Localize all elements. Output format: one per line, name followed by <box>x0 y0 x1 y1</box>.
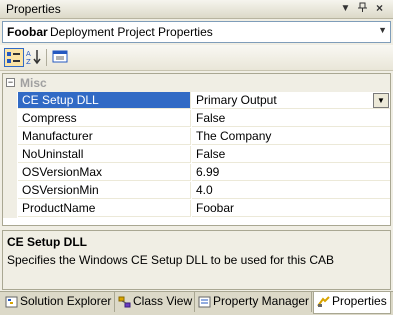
window-title: Properties <box>6 2 61 16</box>
tab-property-manager[interactable]: Property Manager <box>195 292 312 312</box>
property-pages-button[interactable] <box>51 48 71 67</box>
property-manager-icon <box>198 296 211 308</box>
description-text: Specifies the Windows CE Setup DLL to be… <box>7 253 335 267</box>
categorized-icon <box>7 52 20 63</box>
property-value[interactable]: 4.0 <box>192 182 390 199</box>
pin-icon[interactable] <box>356 2 369 15</box>
description-title: CE Setup DLL <box>7 235 87 249</box>
property-value[interactable]: 6.99 <box>192 164 390 181</box>
object-type: Deployment Project Properties <box>50 25 213 39</box>
tab-label: Class View <box>133 294 193 308</box>
title-bar[interactable]: Properties ▼ × <box>0 0 393 19</box>
property-row-productname[interactable]: ProductName Foobar <box>3 200 390 218</box>
properties-icon <box>317 296 330 307</box>
property-row-ce-setup-dll[interactable]: CE Setup DLL Primary Output ▼ <box>3 92 390 110</box>
chevron-down-icon[interactable]: ▼ <box>378 25 387 35</box>
solution-explorer-icon <box>5 296 18 308</box>
alphabetical-button[interactable]: A Z <box>25 48 45 67</box>
value-dropdown-button[interactable]: ▼ <box>373 93 389 108</box>
alphabetical-icon: A Z <box>26 50 41 66</box>
category-misc[interactable]: − Misc <box>3 74 390 92</box>
property-name[interactable]: OSVersionMin <box>18 182 191 199</box>
properties-toolbar: A Z <box>0 45 393 71</box>
toolbar-separator <box>46 49 47 66</box>
property-name[interactable]: NoUninstall <box>18 146 191 163</box>
property-name[interactable]: OSVersionMax <box>18 164 191 181</box>
object-name: Foobar <box>7 25 48 39</box>
collapse-icon[interactable]: − <box>6 78 15 87</box>
property-value[interactable]: The Company <box>192 128 390 145</box>
properties-window: Properties ▼ × Foobar Deployment Project… <box>0 0 393 315</box>
property-value[interactable]: False <box>192 146 390 163</box>
tab-class-view[interactable]: Class View <box>115 292 195 312</box>
tab-label: Properties <box>332 294 387 308</box>
property-row-osversionmin[interactable]: OSVersionMin 4.0 <box>3 182 390 200</box>
close-icon[interactable]: × <box>373 2 386 15</box>
tool-window-tabs: Solution Explorer Class View Property Ma… <box>0 291 393 315</box>
svg-text:Z: Z <box>26 58 31 65</box>
row-gutter <box>3 92 17 110</box>
property-name[interactable]: ProductName <box>18 200 191 217</box>
category-label: Misc <box>20 76 47 90</box>
description-pane: CE Setup DLL Specifies the Windows CE Se… <box>2 230 391 290</box>
categorized-button[interactable] <box>4 48 24 67</box>
row-gutter <box>3 164 17 182</box>
property-name[interactable]: CE Setup DLL <box>18 92 191 109</box>
class-view-icon <box>118 296 131 308</box>
property-value[interactable]: Primary Output ▼ <box>192 92 390 109</box>
property-value[interactable]: Foobar <box>192 200 390 217</box>
property-name[interactable]: Manufacturer <box>18 128 191 145</box>
property-value[interactable]: False <box>192 110 390 127</box>
tab-properties[interactable]: Properties <box>313 292 391 314</box>
row-gutter <box>3 200 17 218</box>
tab-label: Solution Explorer <box>20 294 112 308</box>
row-gutter <box>3 182 17 200</box>
object-selector[interactable]: Foobar Deployment Project Properties ▼ <box>2 21 391 43</box>
row-gutter <box>3 146 17 164</box>
property-value-text: Primary Output <box>196 93 277 107</box>
property-name[interactable]: Compress <box>18 110 191 127</box>
svg-text:A: A <box>26 50 31 58</box>
property-pages-icon <box>52 50 68 63</box>
property-grid: − Misc CE Setup DLL Primary Output ▼ Com… <box>2 73 391 226</box>
property-row-nouninstall[interactable]: NoUninstall False <box>3 146 390 164</box>
property-row-osversionmax[interactable]: OSVersionMax 6.99 <box>3 164 390 182</box>
row-gutter <box>3 128 17 146</box>
row-gutter <box>3 110 17 128</box>
chevron-down-icon[interactable]: ▼ <box>339 2 352 15</box>
tab-label: Property Manager <box>213 294 310 308</box>
property-row-manufacturer[interactable]: Manufacturer The Company <box>3 128 390 146</box>
tab-solution-explorer[interactable]: Solution Explorer <box>2 292 115 312</box>
property-row-compress[interactable]: Compress False <box>3 110 390 128</box>
